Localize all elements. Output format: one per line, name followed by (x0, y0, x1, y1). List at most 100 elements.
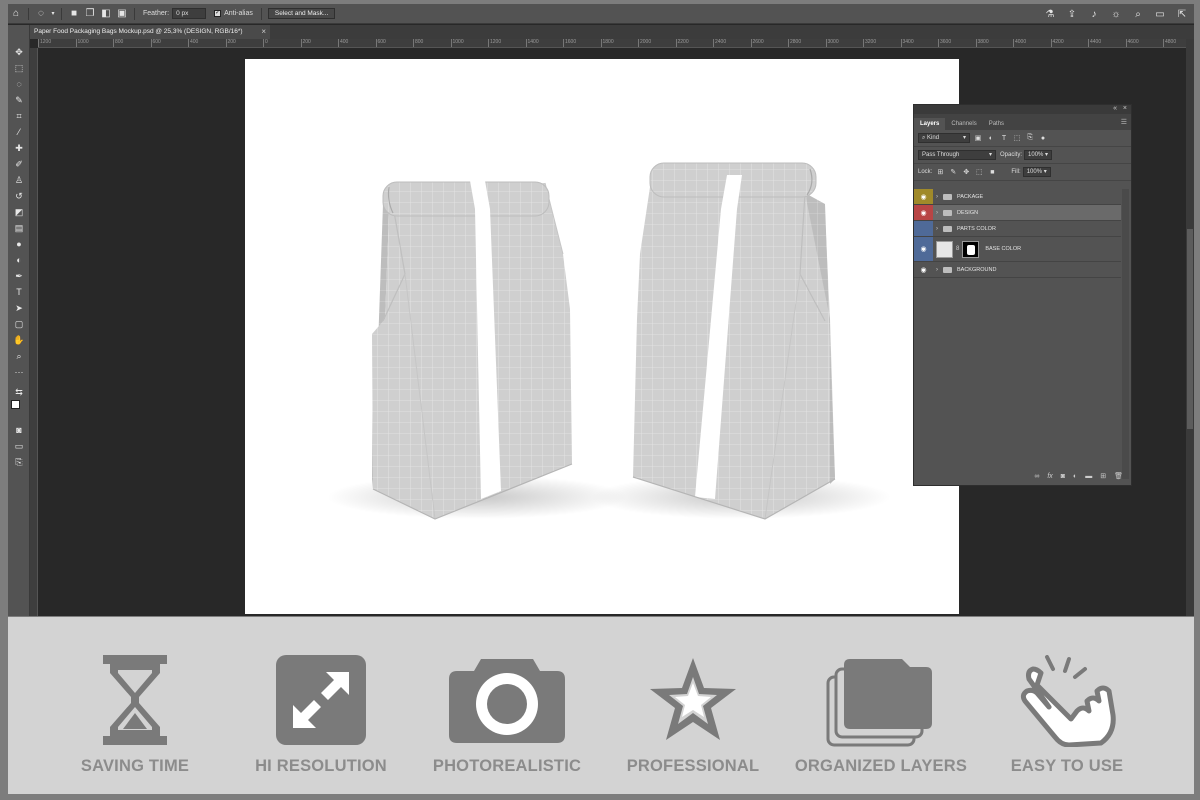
tab-channels[interactable]: Channels (945, 118, 982, 130)
adjustment-layer-icon[interactable]: ◐ (1073, 473, 1077, 480)
gradient-tool-icon[interactable]: ▤ (11, 221, 27, 235)
subtract-selection-icon[interactable]: ◧ (98, 7, 114, 21)
swap-colors-icon[interactable]: ⇆ (11, 385, 27, 399)
new-selection-icon[interactable]: ■ (66, 7, 82, 21)
history-brush-icon[interactable]: ↺ (11, 189, 27, 203)
ruler-tick: 2200 (675, 39, 689, 47)
type-filter-icon[interactable]: T (999, 135, 1009, 142)
blend-mode-select[interactable]: Pass Through ▾ (918, 150, 996, 160)
healing-brush-icon[interactable]: ✚ (11, 141, 27, 155)
add-selection-icon[interactable]: ❐ (82, 7, 98, 21)
shape-tool-icon[interactable]: ▢ (11, 317, 27, 331)
search-icon[interactable]: ⌕ (1130, 7, 1146, 21)
screen-mode-icon[interactable]: ▭ (11, 439, 27, 453)
more-tools-icon[interactable]: ··· (11, 365, 27, 379)
mockup-frame: ⌂ ◌ ▾ ■ ❐ ◧ ▣ Feather: 0 px ✓ Anti-alias… (0, 0, 1200, 800)
lock-image-icon[interactable]: ✎ (948, 168, 958, 176)
pixel-filter-icon[interactable]: ▣ (973, 134, 983, 142)
tab-paths[interactable]: Paths (983, 118, 1010, 130)
fill-input[interactable]: 100% ▾ (1022, 167, 1051, 177)
visibility-eye-icon[interactable]: ◉ (914, 189, 933, 204)
chevron-right-icon[interactable]: › (933, 267, 941, 273)
ruler-tick: 1800 (600, 39, 614, 47)
lasso-tool-icon[interactable]: ◌ (33, 7, 49, 21)
panel-scrollbar[interactable] (1122, 189, 1129, 479)
flask-icon[interactable]: ⚗ (1042, 7, 1058, 21)
new-layer-icon[interactable]: ⊞ (1100, 472, 1106, 480)
scrollbar-thumb[interactable] (1187, 229, 1193, 429)
new-group-icon[interactable]: ▬ (1085, 473, 1092, 480)
close-icon[interactable]: × (261, 27, 266, 36)
visibility-eye-icon[interactable] (914, 221, 933, 236)
chevron-down-icon[interactable]: ▾ (49, 7, 57, 21)
home-icon[interactable]: ⌂ (8, 7, 24, 21)
ruler-tick: 4000 (1013, 39, 1026, 47)
pen-tool-icon[interactable]: ✒ (11, 269, 27, 283)
layer-row[interactable]: ◉ 8 BASE COLOR (914, 237, 1121, 262)
share-arrow-icon[interactable]: ⇱ (1174, 7, 1190, 21)
foreground-color-swatch[interactable] (11, 400, 20, 409)
link-icon: 8 (956, 246, 960, 252)
shape-filter-icon[interactable]: ⬚ (1012, 134, 1022, 142)
zoom-tool-icon[interactable]: ⌕ (11, 349, 27, 363)
add-mask-icon[interactable]: ◙ (1061, 473, 1065, 480)
artboard-icon[interactable]: ⎘ (11, 455, 27, 469)
filter-toggle-icon[interactable]: ● (1038, 135, 1048, 142)
link-layers-icon[interactable]: ∞ (1034, 473, 1039, 480)
layer-row[interactable]: ◉ › BACKGROUND (914, 262, 1121, 278)
eraser-icon[interactable]: ◩ (11, 205, 27, 219)
quick-mask-icon[interactable]: ◙ (11, 423, 27, 437)
hand-tool-icon[interactable]: ✋ (11, 333, 27, 347)
filter-row: ⌕ Kind ▾ ▣ ◐ T ⬚ ⎘ ● (914, 130, 1131, 147)
tab-layers[interactable]: Layers (914, 118, 946, 130)
chevron-right-icon[interactable]: › (933, 194, 941, 200)
filter-kind-select[interactable]: ⌕ Kind ▾ (918, 133, 970, 143)
visibility-eye-icon[interactable]: ◉ (914, 237, 933, 261)
feather-input[interactable]: 0 px (172, 8, 207, 19)
type-tool-icon[interactable]: T (11, 285, 27, 299)
clone-stamp-icon[interactable]: ♙ (11, 173, 27, 187)
lock-all-icon[interactable]: ■ (987, 169, 997, 176)
document-tab[interactable]: Paper Food Packaging Bags Mockup.psd @ 2… (30, 25, 270, 39)
opacity-input[interactable]: 100% ▾ (1024, 150, 1053, 160)
marquee-tool-icon[interactable]: ⬚ (11, 61, 27, 75)
eyedropper-icon[interactable]: ⁄ (11, 125, 27, 139)
fx-icon[interactable]: fx (1047, 473, 1052, 480)
document-canvas[interactable] (245, 59, 959, 614)
quick-select-icon[interactable]: ✎ (11, 93, 27, 107)
layer-name: DESIGN (957, 209, 979, 216)
smart-object-filter-icon[interactable]: ⎘ (1025, 134, 1035, 142)
lock-position-icon[interactable]: ✥ (961, 168, 971, 176)
lasso-tool-icon[interactable]: ◌ (11, 77, 27, 91)
move-tool-icon[interactable]: ✥ (11, 45, 27, 59)
vertical-scrollbar[interactable] (1186, 39, 1194, 616)
visibility-eye-icon[interactable]: ◉ (914, 205, 933, 220)
collapse-icon[interactable]: « (1113, 105, 1117, 113)
blur-tool-icon[interactable]: ● (11, 237, 27, 251)
intersect-selection-icon[interactable]: ▣ (114, 7, 130, 21)
lock-transparent-icon[interactable]: ⊞ (935, 168, 945, 176)
path-select-icon[interactable]: ➤ (11, 301, 27, 315)
crop-tool-icon[interactable]: ⌗ (11, 109, 27, 123)
bell-icon[interactable]: ♪ (1086, 7, 1102, 21)
chevron-right-icon[interactable]: › (933, 210, 941, 216)
trash-icon[interactable]: 🗑 (1114, 472, 1123, 480)
share-icon[interactable]: ⇪ (1064, 7, 1080, 21)
chevron-right-icon[interactable]: › (933, 226, 941, 232)
layer-row[interactable]: ◉ › PACKAGE (914, 189, 1121, 205)
panel-menu-icon[interactable]: ☰ (1121, 118, 1127, 126)
workspace-icon[interactable]: ▭ (1152, 7, 1168, 21)
adjustment-filter-icon[interactable]: ◐ (986, 135, 996, 142)
layer-row[interactable]: ◉ › DESIGN (914, 205, 1121, 221)
close-icon[interactable]: × (1123, 105, 1127, 113)
select-and-mask-button[interactable]: Select and Mask... (267, 8, 336, 19)
layer-row[interactable]: › PARTS COLOR (914, 221, 1121, 237)
visibility-eye-icon[interactable]: ◉ (914, 262, 933, 277)
brush-tool-icon[interactable]: ✐ (11, 157, 27, 171)
layers-panel: « × Layers Channels Paths ☰ ⌕ Kind ▾ ▣ ◐ … (913, 104, 1132, 486)
lock-artboard-icon[interactable]: ⬚ (974, 168, 984, 176)
panel-tabs: Layers Channels Paths ☰ (914, 114, 1131, 130)
antialias-checkbox[interactable]: ✓ (214, 10, 222, 17)
lightbulb-icon[interactable]: ☼ (1108, 7, 1124, 21)
dodge-tool-icon[interactable]: ◐ (11, 253, 27, 267)
